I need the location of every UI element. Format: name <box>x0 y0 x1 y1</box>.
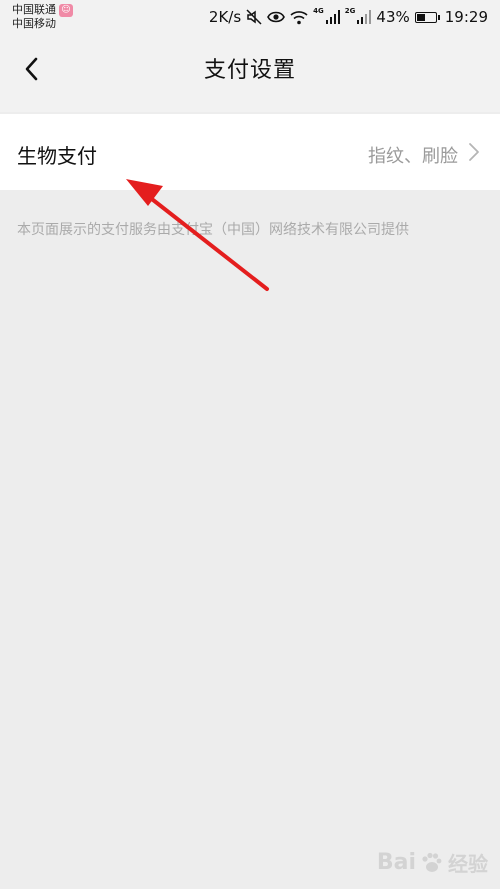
biometric-payment-label: 生物支付 <box>17 144 97 168</box>
app-notification-icon: ☺ <box>59 3 73 17</box>
baidu-jingyan-watermark: Bai 经验 <box>377 848 488 877</box>
battery-percent: 43% <box>376 8 410 26</box>
signal-icon-1 <box>325 10 340 24</box>
network-type-2: 2G <box>344 7 356 15</box>
paw-icon <box>422 852 442 872</box>
battery-icon <box>414 11 440 23</box>
nav-bar: 支付设置 <box>0 34 500 112</box>
carrier-name-2: 中国移动 <box>12 17 56 30</box>
chevron-right-icon <box>469 143 479 161</box>
mute-icon <box>246 9 262 25</box>
page-title: 支付设置 <box>203 58 296 83</box>
network-speed: 2K/s <box>208 8 242 26</box>
watermark-brand-left: Bai <box>376 850 416 875</box>
network-type-1: 4G <box>313 7 324 15</box>
wifi-icon <box>290 10 308 24</box>
watermark-brand-right: 经验 <box>448 852 488 876</box>
carrier-name-1: 中国联通 <box>12 3 56 16</box>
status-bar: 中国联通 ☺ 中国移动 2K/s 4G 2G 43% 19:29 <box>0 0 500 34</box>
signal-icon-2 <box>357 10 372 24</box>
eye-comfort-icon <box>267 11 286 23</box>
service-provider-note: 本页面展示的支付服务由支付宝（中国）网络技术有限公司提供 <box>17 222 409 238</box>
biometric-payment-row[interactable]: 生物支付 指纹、刷脸 <box>0 114 500 190</box>
clock: 19:29 <box>444 8 488 26</box>
status-indicators: 2K/s 4G 2G 43% 19:29 <box>204 6 488 28</box>
carrier-info: 中国联通 ☺ 中国移动 <box>12 3 73 31</box>
biometric-payment-value: 指纹、刷脸 <box>368 146 458 167</box>
